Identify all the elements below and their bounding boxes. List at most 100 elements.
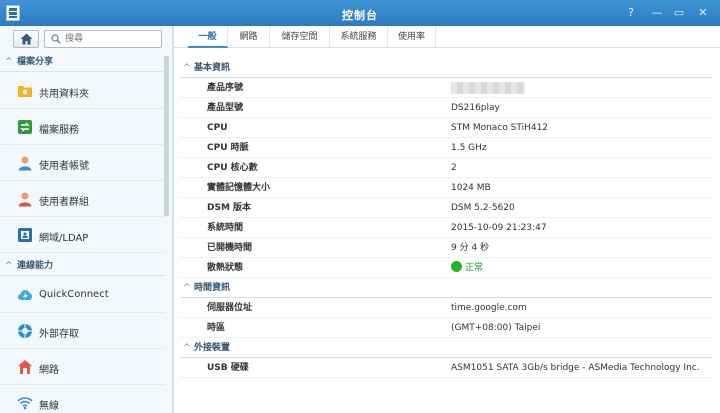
sidebar-item-label: 網路 xyxy=(39,365,59,376)
info-row-ntp-server: 伺服器位址 time.google.com xyxy=(180,298,712,318)
sidebar-item-user[interactable]: 使用者帳號 xyxy=(0,145,165,181)
status-ok-icon xyxy=(451,261,462,272)
info-key: 已開機時間 xyxy=(207,243,253,253)
info-key: 實體記憶體大小 xyxy=(207,183,271,193)
tab-bar: 一般 網路 儲存空間 系統服務 使用率 xyxy=(174,26,720,48)
external-access-icon xyxy=(18,324,32,338)
info-key: 產品序號 xyxy=(207,83,244,93)
info-key: 系統時間 xyxy=(207,223,244,233)
group-label: 基本資訊 xyxy=(194,63,231,73)
info-value: (GMT+08:00) Taipei xyxy=(451,323,541,333)
domain-ldap-icon xyxy=(18,228,32,242)
sidebar-item-label: 無線 xyxy=(39,401,59,412)
shared-folder-icon xyxy=(18,86,32,97)
sidebar-item-label: 使用者帳號 xyxy=(39,161,89,172)
tab-network[interactable]: 網路 xyxy=(228,26,270,48)
info-key: 散熱狀態 xyxy=(207,263,244,273)
info-value: ASM1051 SATA 3Gb/s bridge - ASMedia Tech… xyxy=(451,363,700,373)
search-input[interactable] xyxy=(65,33,157,45)
group-icon xyxy=(18,192,32,207)
tab-services[interactable]: 系統服務 xyxy=(330,26,388,48)
section-label: 連線能力 xyxy=(17,261,54,271)
main-panel: 一般 網路 儲存空間 系統服務 使用率 ^ 基本資訊 產品序號 產品型號 DS2… xyxy=(174,26,720,413)
sidebar-item-label: 檔案服務 xyxy=(39,125,79,136)
info-key: CPU 核心數 xyxy=(207,163,258,173)
group-label: 外接裝置 xyxy=(194,343,231,353)
info-key: 產品型號 xyxy=(207,103,244,113)
minimize-icon[interactable]: — xyxy=(650,6,664,20)
user-icon xyxy=(18,156,32,171)
tab-resource-usage[interactable]: 使用率 xyxy=(388,26,436,48)
tab-general[interactable]: 一般 xyxy=(188,26,228,48)
info-row-cpu-clock: CPU 時脈 1.5 GHz xyxy=(180,138,712,158)
info-value: time.google.com xyxy=(451,303,527,313)
file-services-icon xyxy=(18,120,32,134)
section-label: 檔案分享 xyxy=(17,57,54,67)
home-icon xyxy=(20,33,33,45)
maximize-icon[interactable]: ▭ xyxy=(672,6,686,20)
group-time-info[interactable]: ^ 時間資訊 xyxy=(180,278,712,298)
info-row-system-time: 系統時間 2015-10-09 21:23:47 xyxy=(180,218,712,238)
wireless-icon xyxy=(17,397,33,410)
thermal-status: 正常 xyxy=(451,258,483,278)
info-value: 9 分 4 秒 xyxy=(451,243,490,253)
quickconnect-icon xyxy=(18,290,32,300)
info-row-timezone: 時區 (GMT+08:00) Taipei xyxy=(180,318,712,338)
info-row-model: 產品型號 DS216play xyxy=(180,98,712,118)
sidebar-item-external-access[interactable]: 外部存取 xyxy=(0,313,165,349)
close-icon[interactable]: ✕ xyxy=(696,6,710,20)
window-title: 控制台 xyxy=(342,9,378,22)
info-row-thermal-status: 散熱狀態 正常 xyxy=(180,258,712,278)
info-row-memory: 實體記憶體大小 1024 MB xyxy=(180,178,712,198)
info-value: DSM 5.2-5620 xyxy=(451,203,515,213)
search-icon xyxy=(51,34,61,44)
sidebar-item-domain-ldap[interactable]: 網域/LDAP xyxy=(0,217,165,253)
info-value: 1024 MB xyxy=(451,183,491,193)
info-key: DSM 版本 xyxy=(207,203,252,213)
section-file-sharing[interactable]: ^ 檔案分享 xyxy=(0,52,165,72)
sidebar-item-network[interactable]: 網路 xyxy=(0,349,165,385)
info-row-cpu: CPU STM Monaco STiH412 xyxy=(180,118,712,138)
chevron-up-icon: ^ xyxy=(183,63,191,73)
chevron-up-icon: ^ xyxy=(183,343,191,353)
chevron-up-icon: ^ xyxy=(5,57,13,67)
info-row-usb-disk: USB 硬碟 ASM1051 SATA 3Gb/s bridge - ASMed… xyxy=(180,358,712,378)
help-icon[interactable]: ? xyxy=(624,6,638,20)
info-key: 伺服器位址 xyxy=(207,303,253,313)
info-key: 時區 xyxy=(207,323,226,333)
info-key: CPU xyxy=(207,123,228,133)
info-row-uptime: 已開機時間 9 分 4 秒 xyxy=(180,238,712,258)
sidebar-item-group[interactable]: 使用者群組 xyxy=(0,181,165,217)
sidebar-item-quickconnect[interactable]: QuickConnect xyxy=(0,277,165,313)
status-text: 正常 xyxy=(465,263,484,273)
sidebar-scrollbar[interactable] xyxy=(164,56,169,216)
info-value: DS216play xyxy=(451,103,500,113)
sidebar-item-label: QuickConnect xyxy=(39,289,109,300)
info-row-cpu-cores: CPU 核心數 2 xyxy=(180,158,712,178)
sidebar-item-label: 使用者群組 xyxy=(39,197,89,208)
sidebar-item-file-services[interactable]: 檔案服務 xyxy=(0,109,165,145)
info-key: CPU 時脈 xyxy=(207,143,249,153)
sidebar: ^ 檔案分享 共用資料夾 檔案服務 使用者帳號 使用者群組 網域/LDAP ^ … xyxy=(0,26,173,413)
group-basic-info[interactable]: ^ 基本資訊 xyxy=(180,58,712,78)
search-box[interactable] xyxy=(44,30,162,48)
chevron-up-icon: ^ xyxy=(183,283,191,293)
info-row-serial: 產品序號 xyxy=(180,78,712,98)
home-button[interactable] xyxy=(13,30,39,48)
info-value: STM Monaco STiH412 xyxy=(451,123,549,133)
tab-storage[interactable]: 儲存空間 xyxy=(270,26,330,48)
sidebar-item-wireless[interactable]: 無線 xyxy=(0,385,165,413)
group-external-devices[interactable]: ^ 外接裝置 xyxy=(180,338,712,358)
info-value: 1.5 GHz xyxy=(451,143,487,153)
title-bar: 控制台 ? — ▭ ✕ xyxy=(0,0,720,26)
sidebar-item-shared-folder[interactable]: 共用資料夾 xyxy=(0,73,165,109)
info-value: 2 xyxy=(451,163,457,173)
chevron-up-icon: ^ xyxy=(5,261,13,271)
info-row-dsm-version: DSM 版本 DSM 5.2-5620 xyxy=(180,198,712,218)
info-key: USB 硬碟 xyxy=(207,363,249,373)
sidebar-item-label: 網域/LDAP xyxy=(39,233,89,244)
sidebar-item-label: 共用資料夾 xyxy=(39,89,89,100)
network-icon xyxy=(18,360,32,374)
section-connectivity[interactable]: ^ 連線能力 xyxy=(0,256,165,276)
group-label: 時間資訊 xyxy=(194,283,231,293)
